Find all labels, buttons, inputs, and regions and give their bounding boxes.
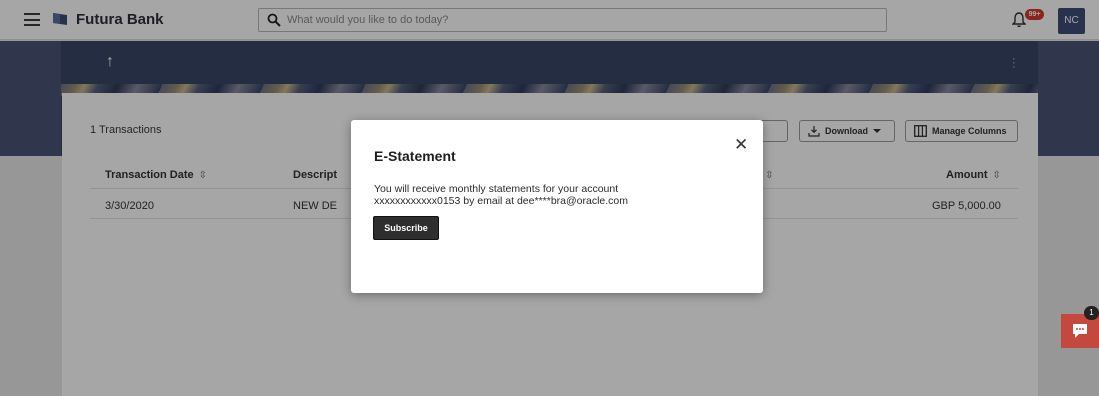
e-statement-dialog: E-Statement ✕ You will receive monthly s… bbox=[351, 120, 763, 293]
subscribe-button[interactable]: Subscribe bbox=[373, 216, 439, 240]
close-icon[interactable]: ✕ bbox=[734, 136, 748, 153]
dialog-message-line-2: xxxxxxxxxxxx0153 by email at dee****bra@… bbox=[374, 195, 629, 207]
dialog-message: You will receive monthly statements for … bbox=[374, 183, 744, 207]
dialog-message-line-1: You will receive monthly statements for … bbox=[374, 183, 619, 195]
dialog-title: E-Statement bbox=[374, 148, 456, 164]
chat-badge: 1 bbox=[1084, 306, 1099, 320]
